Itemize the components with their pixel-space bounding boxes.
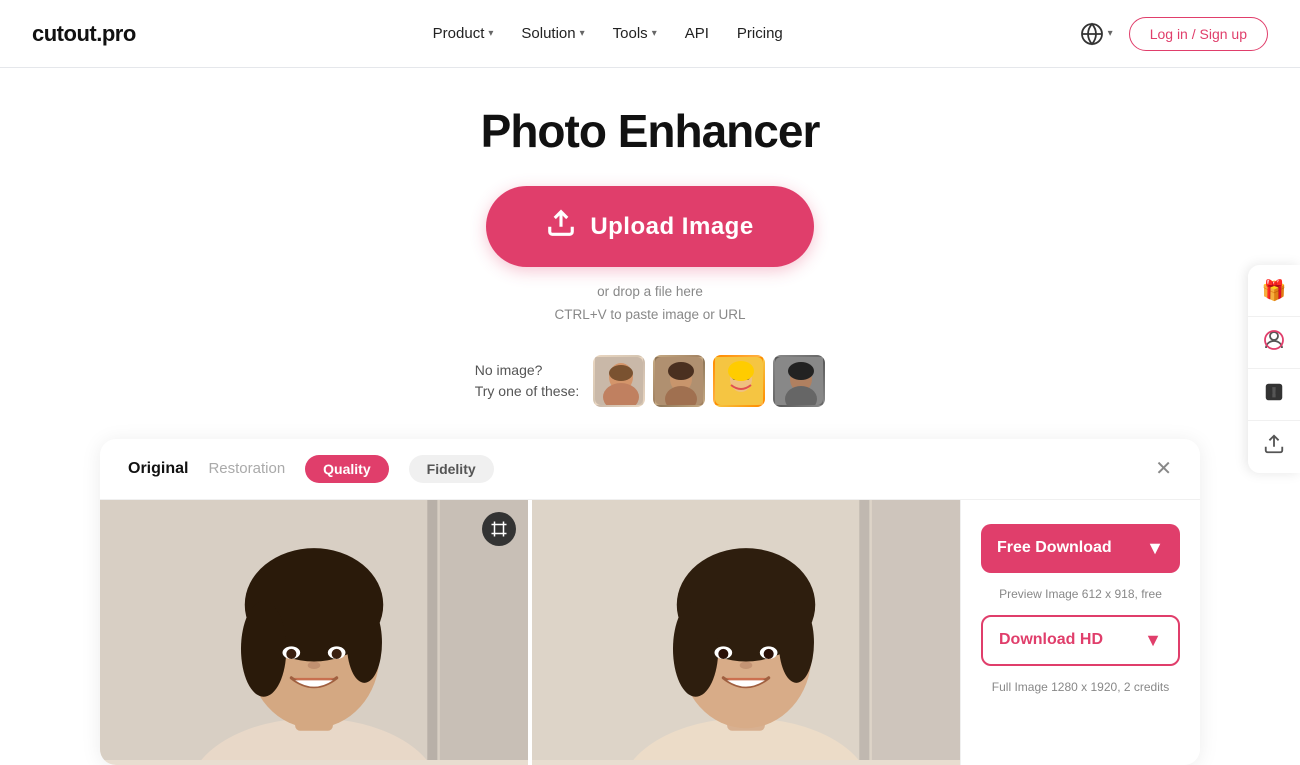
- header: cutout.pro Product ▾ Solution ▾ Tools ▾ …: [0, 0, 1300, 68]
- enhanced-image-panel: [532, 500, 960, 765]
- main-content: Photo Enhancer Upload Image or drop a fi…: [0, 68, 1300, 765]
- sample-thumb-1[interactable]: [593, 355, 645, 407]
- alert-button[interactable]: !: [1248, 369, 1300, 421]
- crop-icon[interactable]: [482, 512, 516, 546]
- demo-panel: Original Restoration Quality Fidelity ✕: [100, 439, 1200, 765]
- sample-thumb-2[interactable]: [653, 355, 705, 407]
- full-image-info: Full Image 1280 x 1920, 2 credits: [981, 680, 1180, 694]
- nav-tools[interactable]: Tools ▾: [613, 25, 657, 42]
- chevron-down-icon: ▾: [488, 28, 493, 39]
- sample-label: No image? Try one of these:: [475, 360, 580, 402]
- nav-solution[interactable]: Solution ▾: [521, 25, 584, 42]
- tab-original[interactable]: Original: [128, 460, 188, 478]
- alert-icon: !: [1263, 381, 1285, 409]
- sample-row: No image? Try one of these:: [475, 355, 826, 407]
- nav-api[interactable]: API: [685, 25, 709, 42]
- svg-text:!: !: [1272, 385, 1276, 399]
- gift-button[interactable]: 🎁: [1248, 265, 1300, 317]
- close-button[interactable]: ✕: [1155, 456, 1172, 481]
- sample-thumb-3[interactable]: [713, 355, 765, 407]
- tab-quality[interactable]: Quality: [305, 455, 388, 483]
- nav: Product ▾ Solution ▾ Tools ▾ API Pricing: [433, 25, 783, 42]
- upload-float-button[interactable]: [1248, 421, 1300, 473]
- upload-float-icon: [1263, 433, 1285, 461]
- preview-info: Preview Image 612 x 918, free: [981, 587, 1180, 601]
- free-download-button[interactable]: Free Download ▼: [981, 524, 1180, 573]
- tab-fidelity[interactable]: Fidelity: [409, 455, 494, 483]
- language-button[interactable]: ▾: [1080, 22, 1113, 46]
- sample-thumb-4[interactable]: [773, 355, 825, 407]
- upload-icon: [546, 208, 576, 245]
- demo-toolbar: Original Restoration Quality Fidelity ✕: [100, 439, 1200, 500]
- lang-chevron-icon: ▾: [1108, 28, 1113, 39]
- gift-icon: 🎁: [1262, 278, 1287, 303]
- avatar-button[interactable]: [1248, 317, 1300, 369]
- float-sidebar: 🎁 !: [1248, 265, 1300, 473]
- download-hd-button[interactable]: Download HD ▼: [981, 615, 1180, 666]
- login-button[interactable]: Log in / Sign up: [1129, 17, 1268, 51]
- drop-hint: or drop a file here CTRL+V to paste imag…: [555, 281, 746, 327]
- chevron-down-icon: ▾: [580, 28, 585, 39]
- demo-content: Free Download ▼ Preview Image 612 x 918,…: [100, 500, 1200, 765]
- demo-right-panel: Free Download ▼ Preview Image 612 x 918,…: [960, 500, 1200, 765]
- upload-button[interactable]: Upload Image: [486, 186, 813, 267]
- page-title: Photo Enhancer: [481, 104, 820, 158]
- hd-dropdown-arrow-icon: ▼: [1144, 630, 1162, 651]
- chevron-down-icon: ▾: [652, 28, 657, 39]
- nav-product[interactable]: Product ▾: [433, 25, 494, 42]
- avatar-icon: [1262, 328, 1286, 358]
- nav-pricing[interactable]: Pricing: [737, 25, 783, 42]
- original-image-panel: [100, 500, 528, 765]
- header-right: ▾ Log in / Sign up: [1080, 17, 1268, 51]
- logo[interactable]: cutout.pro: [32, 21, 136, 47]
- sample-images: [593, 355, 825, 407]
- dropdown-arrow-icon: ▼: [1146, 538, 1164, 559]
- tab-restoration[interactable]: Restoration: [208, 460, 285, 477]
